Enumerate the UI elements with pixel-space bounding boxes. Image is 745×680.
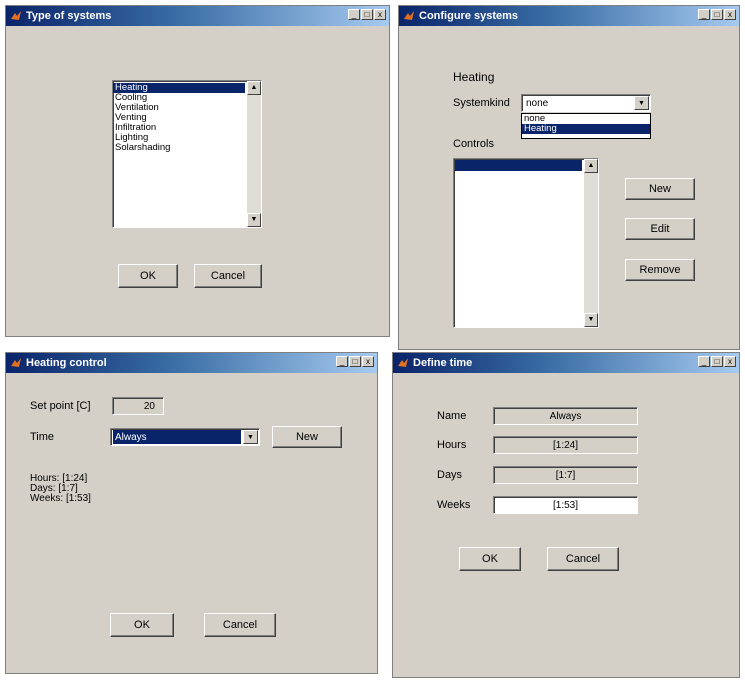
close-button[interactable]: x xyxy=(362,356,374,367)
time-value: Always xyxy=(113,430,241,444)
info-weeks: Weeks: [1:53] xyxy=(30,493,91,504)
weeks-field[interactable]: [1:53] xyxy=(493,496,638,514)
system-list-item[interactable]: Solarshading xyxy=(113,143,245,153)
ok-button[interactable]: OK xyxy=(459,547,521,571)
matlab-icon xyxy=(11,358,21,367)
days-field[interactable]: [1:7] xyxy=(493,466,638,484)
maximize-button[interactable]: □ xyxy=(711,356,723,367)
edit-button[interactable]: Edit xyxy=(625,218,695,240)
time-dropdown[interactable]: Always ▼ xyxy=(110,428,260,446)
window-title: Type of systems xyxy=(26,10,112,22)
scroll-up-arrow-icon[interactable]: ▲ xyxy=(584,159,598,173)
minimize-button[interactable]: _ xyxy=(348,9,360,20)
days-label: Days xyxy=(437,469,463,481)
scroll-up-arrow-icon[interactable]: ▲ xyxy=(247,81,261,95)
heating-control-window: Heating control _ □ x Set point [C] 20 T… xyxy=(5,352,378,674)
option-heating[interactable]: Heating xyxy=(522,124,650,134)
ok-button[interactable]: OK xyxy=(110,613,174,637)
hours-field[interactable]: [1:24] xyxy=(493,436,638,454)
maximize-button[interactable]: □ xyxy=(349,356,361,367)
title-bar[interactable]: Type of systems _ □ x xyxy=(6,6,389,26)
scroll-down-arrow-icon[interactable]: ▼ xyxy=(584,313,598,327)
scrollbar[interactable]: ▲ ▼ xyxy=(247,81,261,227)
name-field[interactable]: Always xyxy=(493,407,638,425)
close-button[interactable]: x xyxy=(374,9,386,20)
system-heading: Heating xyxy=(453,70,495,84)
close-button[interactable]: x xyxy=(724,356,736,367)
systems-listbox[interactable]: Heating Cooling Ventilation Venting Infiltra… xyxy=(112,80,262,228)
hours-label: Hours xyxy=(437,439,467,451)
systemkind-dropdown[interactable]: none ▼ xyxy=(521,94,651,112)
controls-listbox[interactable]: ▲ ▼ xyxy=(453,158,599,328)
systemkind-options-list[interactable]: none Heating xyxy=(521,113,651,139)
configure-systems-window: Configure systems _ □ x Heating Systemki… xyxy=(398,5,740,350)
matlab-icon xyxy=(404,11,414,20)
maximize-button[interactable]: □ xyxy=(361,9,373,20)
matlab-icon xyxy=(11,11,21,20)
minimize-button[interactable]: _ xyxy=(698,9,710,20)
title-bar[interactable]: Heating control _ □ x xyxy=(6,353,377,373)
new-button[interactable]: New xyxy=(625,178,695,200)
maximize-button[interactable]: □ xyxy=(711,9,723,20)
matlab-icon xyxy=(398,358,408,367)
window-title: Heating control xyxy=(26,357,107,369)
minimize-button[interactable]: _ xyxy=(698,356,710,367)
setpoint-input[interactable]: 20 xyxy=(112,397,164,415)
name-label: Name xyxy=(437,410,467,422)
window-title: Configure systems xyxy=(419,10,519,22)
chevron-down-icon[interactable]: ▼ xyxy=(243,430,258,444)
selected-control-row[interactable] xyxy=(455,160,582,171)
define-time-window: Define time _ □ x Name Always Hours [1:2… xyxy=(392,352,740,678)
new-time-button[interactable]: New xyxy=(272,426,342,448)
window-title: Define time xyxy=(413,357,473,369)
ok-button[interactable]: OK xyxy=(118,264,178,288)
chevron-down-icon[interactable]: ▼ xyxy=(634,96,649,110)
systemkind-label: Systemkind xyxy=(453,97,510,109)
cancel-button[interactable]: Cancel xyxy=(204,613,276,637)
controls-label: Controls xyxy=(453,138,494,150)
minimize-button[interactable]: _ xyxy=(336,356,348,367)
title-bar[interactable]: Configure systems _ □ x xyxy=(399,6,739,26)
cancel-button[interactable]: Cancel xyxy=(547,547,619,571)
systemkind-value: none xyxy=(526,97,549,109)
title-bar[interactable]: Define time _ □ x xyxy=(393,353,739,373)
cancel-button[interactable]: Cancel xyxy=(194,264,262,288)
scrollbar[interactable]: ▲ ▼ xyxy=(584,159,598,327)
remove-button[interactable]: Remove xyxy=(625,259,695,281)
type-of-systems-window: Type of systems _ □ x Heating Cooling Vent… xyxy=(5,5,390,337)
close-button[interactable]: x xyxy=(724,9,736,20)
setpoint-label: Set point [C] xyxy=(30,400,91,412)
scroll-down-arrow-icon[interactable]: ▼ xyxy=(247,213,261,227)
time-label: Time xyxy=(30,431,55,443)
weeks-label: Weeks xyxy=(437,499,471,511)
